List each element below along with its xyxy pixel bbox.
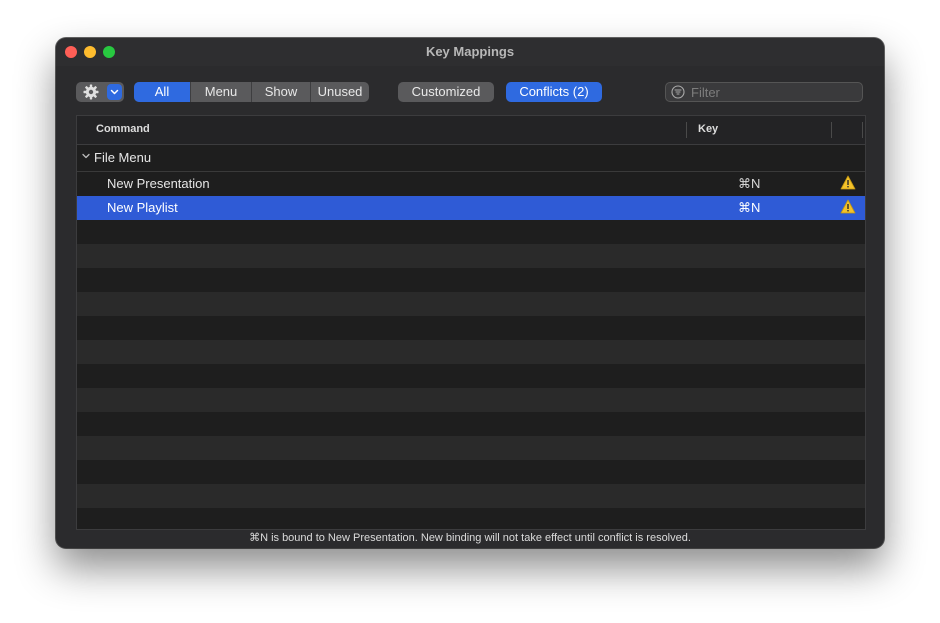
title-bar: Key Mappings [56, 38, 884, 66]
segment-all[interactable]: All [134, 82, 191, 102]
empty-row [77, 436, 865, 460]
disclosure-chevron-down-icon[interactable] [81, 151, 91, 161]
group-label: File Menu [94, 150, 152, 165]
segment-show[interactable]: Show [252, 82, 311, 102]
conflicts-button[interactable]: Conflicts (2) [506, 82, 602, 102]
empty-row [77, 340, 865, 364]
column-header-key[interactable]: Key [698, 123, 718, 135]
toolbar: All Menu Show Unused Customized Conflict… [56, 66, 884, 116]
gear-icon [83, 84, 99, 100]
key-binding: ⌘N [738, 200, 761, 215]
empty-row [77, 268, 865, 292]
key-mappings-table: Command Key File Menu New Presentation ⌘… [76, 115, 866, 530]
group-row-file-menu[interactable]: File Menu [77, 145, 865, 172]
chevron-down-icon [110, 89, 119, 95]
empty-row [77, 508, 865, 529]
key-mappings-window: Key Mappings All Menu Show Unused Custom… [56, 38, 884, 548]
empty-row [77, 412, 865, 436]
action-menu-dropdown[interactable] [107, 84, 122, 100]
warning-icon [840, 199, 856, 214]
column-header-command[interactable]: Command [96, 123, 150, 135]
command-label: New Presentation [107, 176, 210, 191]
filter-input[interactable] [691, 83, 856, 101]
table-header: Command Key [77, 116, 865, 145]
key-binding: ⌘N [738, 176, 761, 191]
filter-field[interactable] [665, 82, 863, 102]
table-body: File Menu New Presentation ⌘N New Playli… [77, 145, 865, 529]
empty-row [77, 460, 865, 484]
empty-row [77, 364, 865, 388]
filter-icon [671, 85, 685, 99]
table-row-new-playlist[interactable]: New Playlist ⌘N [77, 196, 865, 220]
warning-icon [840, 175, 856, 190]
status-message: ⌘N is bound to New Presentation. New bin… [249, 532, 691, 544]
table-row-new-presentation[interactable]: New Presentation ⌘N [77, 172, 865, 196]
segment-unused[interactable]: Unused [311, 82, 369, 102]
empty-row [77, 292, 865, 316]
column-divider[interactable] [686, 122, 687, 138]
customized-button[interactable]: Customized [398, 82, 494, 102]
empty-row [77, 244, 865, 268]
window-title: Key Mappings [425, 44, 515, 59]
empty-row [77, 220, 865, 244]
segment-menu[interactable]: Menu [191, 82, 252, 102]
column-divider[interactable] [862, 122, 863, 138]
command-label: New Playlist [107, 200, 178, 215]
filter-segmented-control: All Menu Show Unused [134, 82, 369, 102]
action-menu-button[interactable] [76, 82, 124, 102]
empty-row [77, 388, 865, 412]
empty-row [77, 316, 865, 340]
column-divider[interactable] [831, 122, 832, 138]
empty-row [77, 484, 865, 508]
